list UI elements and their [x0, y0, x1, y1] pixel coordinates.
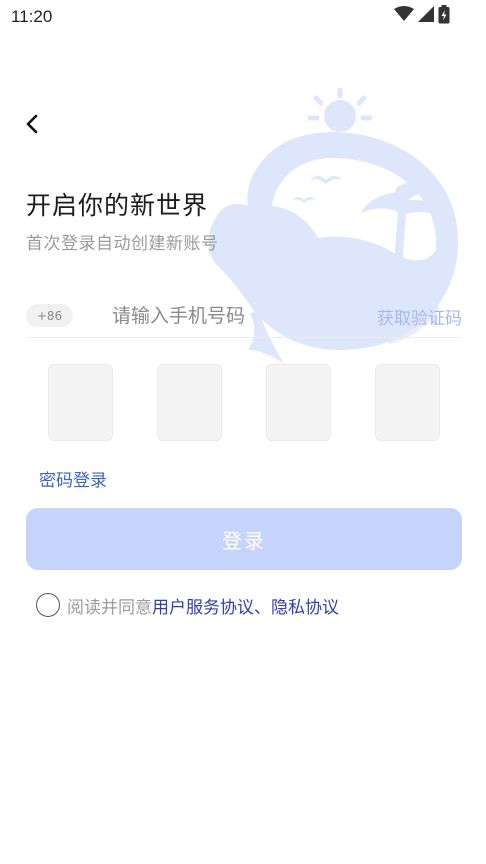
- wifi-icon: [394, 6, 414, 26]
- page-subtitle: 首次登录自动创建新账号: [26, 234, 219, 254]
- status-icons: [394, 4, 450, 28]
- privacy-policy-link[interactable]: 隐私协议: [271, 593, 339, 618]
- battery-icon: [438, 4, 450, 28]
- code-box-4[interactable]: [375, 364, 440, 441]
- get-verification-code-button[interactable]: 获取验证码: [377, 304, 462, 329]
- country-code-selector[interactable]: +86: [26, 304, 73, 327]
- login-button[interactable]: 登录: [26, 508, 462, 570]
- code-box-1[interactable]: [48, 364, 113, 441]
- page-title: 开启你的新世界: [26, 191, 209, 220]
- agreement-separator: 、: [254, 597, 271, 618]
- status-bar: 11:20: [0, 0, 486, 34]
- back-button[interactable]: [18, 112, 46, 140]
- password-login-link[interactable]: 密码登录: [39, 466, 107, 491]
- code-box-3[interactable]: [266, 364, 331, 441]
- status-time: 11:20: [11, 7, 53, 26]
- agreement-row: 阅读并同意 用户服务协议 、 隐私协议: [36, 592, 339, 618]
- cellular-signal-icon: [418, 6, 434, 26]
- agreement-prefix: 阅读并同意: [67, 597, 152, 618]
- phone-input-row: +86 获取验证码: [26, 294, 462, 338]
- phone-number-input[interactable]: [112, 300, 352, 332]
- user-agreement-link[interactable]: 用户服务协议: [152, 593, 254, 618]
- code-box-2[interactable]: [157, 364, 222, 441]
- verification-code-boxes: [48, 364, 440, 441]
- back-arrow-icon: [25, 114, 39, 138]
- agreement-checkbox[interactable]: [36, 593, 60, 617]
